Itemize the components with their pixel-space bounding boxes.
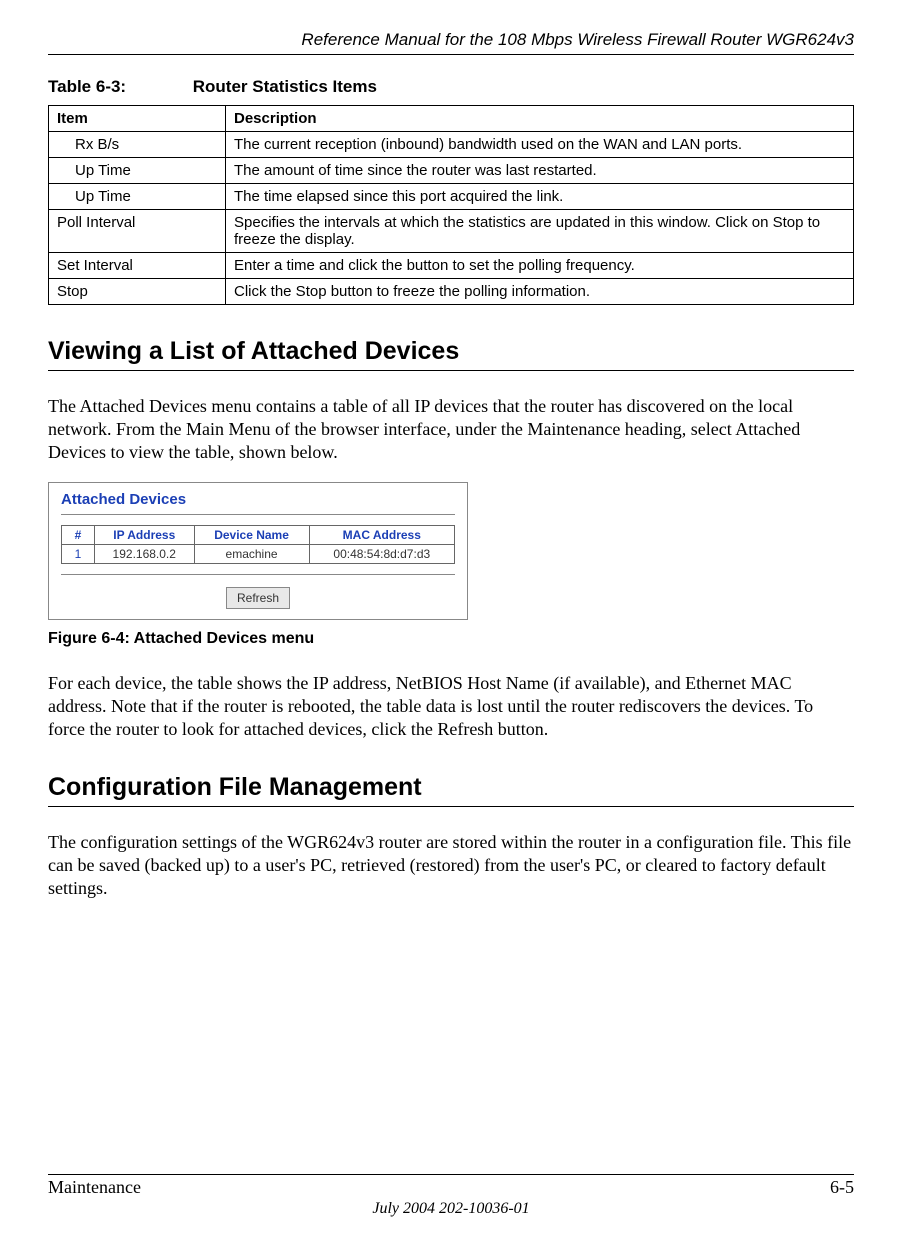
- table-row: Up Time The amount of time since the rou…: [49, 158, 854, 184]
- desc-cell: The amount of time since the router was …: [226, 158, 854, 184]
- item-cell: Set Interval: [49, 253, 226, 279]
- page-number: 6-5: [830, 1177, 854, 1198]
- divider: [61, 514, 455, 515]
- column-header-description: Description: [226, 106, 854, 132]
- col-ip: IP Address: [95, 526, 195, 545]
- item-cell: Up Time: [49, 184, 226, 210]
- desc-cell: Enter a time and click the button to set…: [226, 253, 854, 279]
- item-cell: Stop: [49, 279, 226, 305]
- attached-devices-table: # IP Address Device Name MAC Address 1 1…: [61, 525, 455, 564]
- desc-cell: The time elapsed since this port acquire…: [226, 184, 854, 210]
- attached-devices-panel: Attached Devices # IP Address Device Nam…: [48, 482, 468, 620]
- cell-devname: emachine: [194, 545, 309, 564]
- cell-index: 1: [62, 545, 95, 564]
- item-cell: Rx B/s: [49, 132, 226, 158]
- router-statistics-table: Item Description Rx B/s The current rece…: [48, 105, 854, 305]
- table-row: Up Time The time elapsed since this port…: [49, 184, 854, 210]
- refresh-button[interactable]: Refresh: [226, 587, 290, 609]
- section-paragraph: The Attached Devices menu contains a tab…: [48, 395, 854, 464]
- col-mac: MAC Address: [309, 526, 454, 545]
- desc-cell: Specifies the intervals at which the sta…: [226, 210, 854, 253]
- figure-caption: Figure 6-4: Attached Devices menu: [48, 630, 854, 648]
- table-row: Stop Click the Stop button to freeze the…: [49, 279, 854, 305]
- footer-section: Maintenance: [48, 1177, 141, 1198]
- section-paragraph: For each device, the table shows the IP …: [48, 672, 854, 741]
- cell-ip: 192.168.0.2: [95, 545, 195, 564]
- col-hash: #: [62, 526, 95, 545]
- table-row: 1 192.168.0.2 emachine 00:48:54:8d:d7:d3: [62, 545, 455, 564]
- item-cell: Up Time: [49, 158, 226, 184]
- section-heading-attached-devices: Viewing a List of Attached Devices: [48, 337, 854, 371]
- cell-mac: 00:48:54:8d:d7:d3: [309, 545, 454, 564]
- table-caption: Table 6-3: Router Statistics Items: [48, 77, 854, 97]
- section-heading-config-file: Configuration File Management: [48, 773, 854, 807]
- table-row: Poll Interval Specifies the intervals at…: [49, 210, 854, 253]
- panel-title: Attached Devices: [61, 491, 455, 508]
- document-header: Reference Manual for the 108 Mbps Wirele…: [48, 30, 854, 55]
- footer-date: July 2004 202-10036-01: [48, 1200, 854, 1218]
- divider: [61, 574, 455, 575]
- section-paragraph: The configuration settings of the WGR624…: [48, 831, 854, 900]
- desc-cell: The current reception (inbound) bandwidt…: [226, 132, 854, 158]
- table-row: Rx B/s The current reception (inbound) b…: [49, 132, 854, 158]
- table-number: Table 6-3:: [48, 77, 188, 97]
- page-footer: Maintenance 6-5 July 2004 202-10036-01: [48, 1174, 854, 1218]
- item-cell: Poll Interval: [49, 210, 226, 253]
- table-title: Router Statistics Items: [193, 77, 377, 96]
- col-devname: Device Name: [194, 526, 309, 545]
- table-row: Set Interval Enter a time and click the …: [49, 253, 854, 279]
- column-header-item: Item: [49, 106, 226, 132]
- desc-cell: Click the Stop button to freeze the poll…: [226, 279, 854, 305]
